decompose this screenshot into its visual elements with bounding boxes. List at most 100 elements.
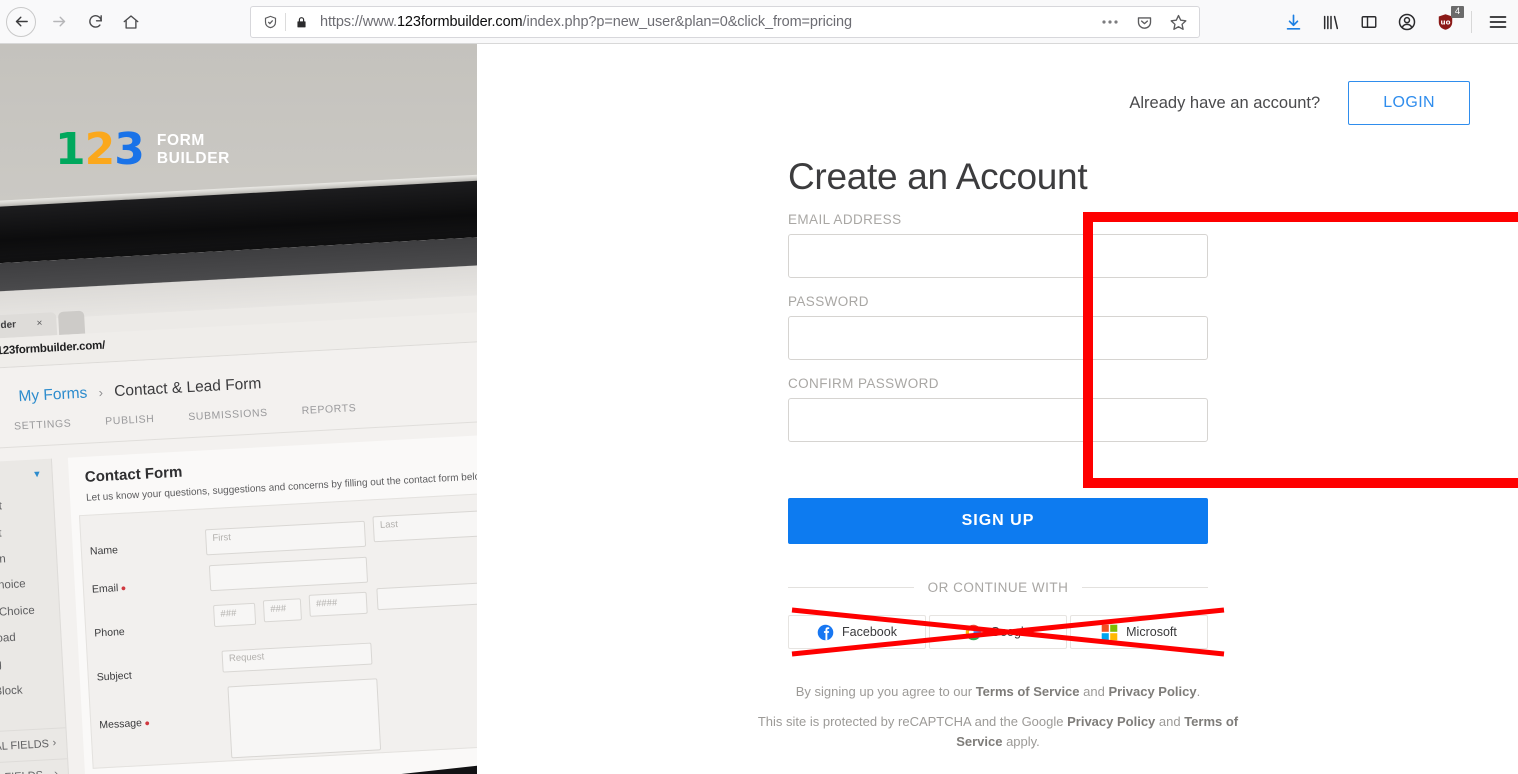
address-bar[interactable]: https://www.123formbuilder.com/index.php… — [250, 6, 1200, 38]
terms-of-service-link[interactable]: Terms of Service — [976, 684, 1080, 699]
logo-digit-2: 2 — [84, 124, 116, 175]
home-icon[interactable] — [114, 5, 148, 39]
email-field[interactable] — [788, 234, 1208, 278]
preview-input-first: First — [204, 520, 367, 556]
sidebar-section-other-fields: OTHER FIELDS › — [0, 758, 69, 774]
legal2-part-b: and — [1155, 714, 1185, 729]
navigation-buttons — [0, 5, 148, 39]
account-prompt-row: Already have an account? LOGIN — [1129, 81, 1470, 125]
page-title: Create an Account — [788, 156, 1088, 197]
sidebar-icon[interactable] — [1355, 8, 1383, 36]
terms-agreement-text: By signing up you agree to our Terms of … — [753, 684, 1243, 699]
inner-new-tab-button — [57, 310, 86, 336]
toolbar-divider — [1471, 11, 1472, 33]
preview-input-subject: Request — [221, 642, 373, 673]
preview-label-message: Message ● — [99, 717, 150, 731]
preview-input-email — [208, 556, 369, 592]
preview-ph-phone-2: ### — [270, 603, 287, 615]
legal2-part-c: apply. — [1002, 734, 1040, 749]
microsoft-icon — [1101, 624, 1118, 641]
shield-icon[interactable] — [257, 14, 283, 30]
preview-label-subject: Subject — [96, 669, 133, 684]
preview-input-phone-2: ### — [262, 598, 302, 623]
preview-input-message — [227, 678, 382, 759]
forward-icon[interactable] — [42, 5, 76, 39]
logo-word-builder: BUILDER — [156, 150, 230, 167]
preview-label-email: Email ● — [91, 582, 127, 596]
signup-fields-group: EMAIL ADDRESS PASSWORD CONFIRM PASSWORD — [788, 212, 1208, 442]
breadcrumb-separator-icon: › — [98, 384, 104, 400]
facebook-icon — [817, 624, 834, 641]
legal1-part-a: By signing up you agree to our — [795, 684, 976, 699]
url-text[interactable]: https://www.123formbuilder.com/index.php… — [314, 14, 1097, 30]
urlbar-divider — [285, 13, 286, 31]
logo-wordmark: FORM BUILDER — [157, 132, 230, 168]
facebook-login-button[interactable]: Facebook — [788, 615, 926, 649]
login-button[interactable]: LOGIN — [1348, 81, 1470, 125]
preview-ph-last: Last — [379, 518, 399, 531]
pocket-icon[interactable] — [1131, 14, 1157, 31]
google-label: Google — [990, 625, 1031, 639]
google-privacy-policy-link[interactable]: Privacy Policy — [1067, 714, 1155, 729]
microsoft-label: Microsoft — [1126, 625, 1177, 639]
social-divider: OR CONTINUE WITH — [788, 580, 1208, 595]
sign-up-button[interactable]: SIGN UP — [788, 498, 1208, 544]
library-icon[interactable] — [1317, 8, 1345, 36]
password-label: PASSWORD — [788, 294, 869, 309]
divider-line-left — [788, 587, 914, 588]
menu-icon[interactable] — [1484, 8, 1512, 36]
page-actions-icon[interactable] — [1097, 19, 1123, 25]
legal2-part-a: This site is protected by reCAPTCHA and … — [757, 714, 1068, 729]
confirm-password-label: CONFIRM PASSWORD — [788, 376, 939, 391]
signup-panel: Already have an account? LOGIN Create an… — [477, 44, 1518, 774]
sidebar-section-label: OTHER FIELDS — [0, 770, 43, 774]
sidebar-section-label: SPECIAL FIELDS — [0, 738, 50, 756]
logo-digit-3: 3 — [114, 124, 145, 175]
ublock-badge: 4 — [1451, 6, 1464, 18]
recaptcha-notice-text: This site is protected by reCAPTCHA and … — [753, 712, 1243, 752]
microsoft-login-button[interactable]: Microsoft — [1070, 615, 1208, 649]
preview-input-phone-1: ### — [213, 602, 257, 628]
download-icon[interactable] — [1279, 8, 1307, 36]
page-content: FormBuilder × s://www.123formbuilder.com… — [0, 44, 1518, 774]
account-icon[interactable] — [1393, 8, 1421, 36]
required-marker: ● — [117, 582, 127, 594]
preview-form-body: Name First Last Email ● Phone ### ### ##… — [78, 485, 477, 769]
legal1-part-c: . — [1196, 684, 1201, 699]
browser-chrome: https://www.123formbuilder.com/index.php… — [0, 0, 1518, 44]
password-field[interactable] — [788, 316, 1208, 360]
preview-form-title: Contact Form — [84, 463, 183, 486]
chevron-right-icon: › — [54, 768, 58, 774]
preview-ph-phone-1: ### — [220, 607, 237, 620]
lock-icon[interactable] — [288, 15, 314, 30]
legal1-part-b: and — [1079, 684, 1109, 699]
brand-logo: 1 2 3 FORM BUILDER — [55, 124, 230, 175]
preview-label-phone: Phone — [94, 625, 126, 640]
already-have-account-text: Already have an account? — [1129, 93, 1321, 112]
urlbar-actions — [1097, 13, 1193, 32]
preview-label-text: Email — [91, 582, 119, 596]
google-icon — [965, 624, 982, 641]
browser-toolbar-right: uo 4 — [1279, 0, 1512, 44]
confirm-password-field[interactable] — [788, 398, 1208, 442]
chevron-down-icon: ▾ — [33, 468, 41, 481]
preview-ph-subject: Request — [228, 651, 265, 665]
preview-input-last: Last — [372, 509, 477, 543]
chevron-right-icon: › — [52, 737, 57, 750]
preview-input-phone-3: #### — [308, 591, 368, 617]
back-icon[interactable] — [6, 6, 36, 37]
logo-digit-1: 1 — [55, 124, 86, 175]
logo-word-form: FORM — [156, 132, 205, 149]
google-login-button[interactable]: Google — [929, 615, 1067, 649]
facebook-label: Facebook — [842, 625, 897, 639]
bookmark-star-icon[interactable] — [1165, 13, 1191, 32]
svg-text:uo: uo — [1440, 18, 1450, 27]
reload-icon[interactable] — [78, 5, 112, 39]
form-preview-canvas: Contact Form Let us know your questions,… — [67, 427, 477, 774]
ublock-origin-icon[interactable]: uo 4 — [1431, 6, 1464, 36]
laptop-screen: FormBuilder × s://www.123formbuilder.com… — [0, 232, 477, 774]
divider-label: OR CONTINUE WITH — [927, 580, 1069, 595]
privacy-policy-link[interactable]: Privacy Policy — [1108, 684, 1196, 699]
breadcrumb-my-forms: My Forms — [18, 384, 88, 406]
preview-ph-phone-3: #### — [315, 597, 338, 610]
